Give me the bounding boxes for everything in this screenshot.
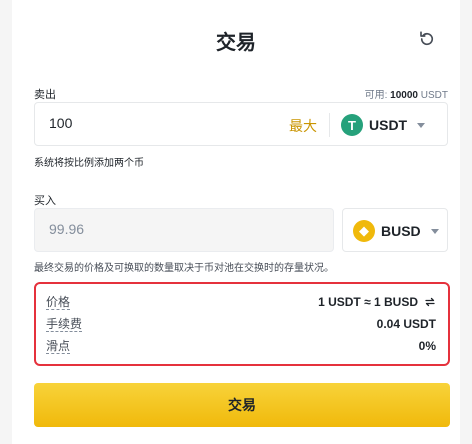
- buy-amount-field: [34, 208, 334, 252]
- buy-hint: 最终交易的价格及可换取的数量取决于币对池在交换时的存量状况。: [34, 263, 334, 274]
- caret-down-icon: [430, 228, 439, 234]
- buy-coin-selector[interactable]: ◆ BUSD: [353, 217, 439, 245]
- refresh-icon[interactable]: [418, 30, 436, 48]
- usdt-icon: T: [341, 114, 363, 136]
- slippage-label: 滑点: [46, 338, 71, 354]
- slippage-value: 0%: [418, 339, 436, 353]
- price-value: 1 USDT ≈ 1 BUSD: [318, 295, 418, 309]
- fee-label: 手续费: [46, 316, 83, 332]
- buy-amount-input[interactable]: [49, 221, 309, 237]
- price-value-wrap: 1 USDT ≈ 1 BUSD: [318, 295, 436, 309]
- busd-icon: ◆: [353, 220, 375, 242]
- swap-arrows-icon[interactable]: [424, 296, 436, 308]
- fee-row: 手续费 0.04 USDT: [46, 316, 436, 332]
- price-label: 价格: [46, 294, 71, 310]
- max-button[interactable]: 最大: [289, 116, 317, 136]
- sell-hint: 系统将按比例添加两个币: [34, 158, 144, 169]
- buy-label: 买入: [34, 195, 56, 207]
- available-unit: USDT: [420, 90, 448, 101]
- buy-coin-select[interactable]: ◆ BUSD: [342, 208, 448, 252]
- swap-card: 交易 卖出 可用: 10000 USDT 最大 T USDT 系统将按比例添加两…: [12, 0, 460, 444]
- slippage-row: 滑点 0%: [46, 338, 436, 354]
- page-title: 交易: [216, 32, 256, 54]
- sell-label: 卖出: [34, 89, 56, 101]
- available-prefix: 可用:: [364, 90, 388, 101]
- swap-info-panel: 价格 1 USDT ≈ 1 BUSD 手续费 0.04 USDT 滑点 0%: [34, 282, 450, 366]
- available-amount: 10000: [390, 90, 418, 101]
- caret-down-icon: [417, 122, 426, 128]
- sell-amount-input[interactable]: [49, 115, 249, 131]
- sell-coin-label: USDT: [369, 117, 408, 133]
- trade-button[interactable]: 交易: [34, 383, 450, 427]
- available-balance: 可用: 10000 USDT: [365, 86, 448, 101]
- buy-coin-label: BUSD: [381, 223, 421, 239]
- price-row: 价格 1 USDT ≈ 1 BUSD: [46, 294, 436, 310]
- sell-coin-select[interactable]: T USDT: [341, 111, 426, 139]
- divider: [329, 113, 330, 137]
- sell-amount-field: 最大 T USDT: [34, 102, 448, 146]
- fee-value: 0.04 USDT: [376, 317, 436, 331]
